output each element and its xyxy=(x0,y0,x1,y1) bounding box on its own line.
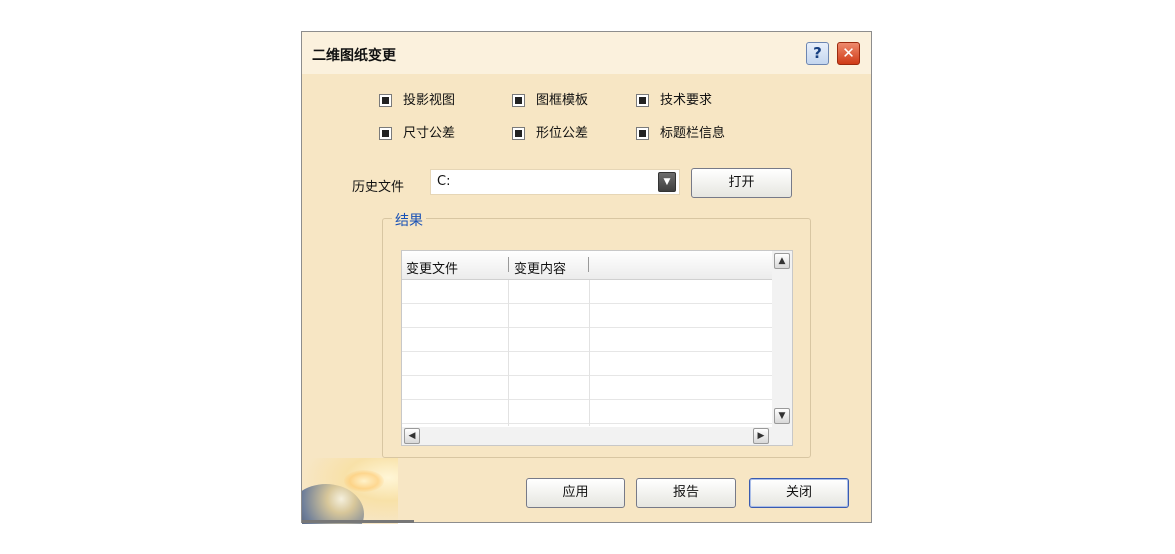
apply-button[interactable]: 应用 xyxy=(526,478,625,508)
scroll-down-icon[interactable]: ▼ xyxy=(774,408,790,424)
checkbox-icon xyxy=(636,94,649,107)
table-row xyxy=(402,280,772,304)
table-row xyxy=(402,352,772,376)
table-row xyxy=(402,376,772,400)
close-icon[interactable]: ✕ xyxy=(837,42,860,65)
column-gridline xyxy=(508,280,509,426)
list-rows xyxy=(402,280,772,426)
table-row xyxy=(402,304,772,328)
column-header-changed-file[interactable]: 变更文件 xyxy=(406,258,458,277)
history-file-label: 历史文件 xyxy=(352,180,405,195)
checkbox-icon xyxy=(512,127,525,140)
dropdown-arrow-icon[interactable]: ▼ xyxy=(658,172,676,192)
dialog-title: 二维图纸变更 xyxy=(312,48,396,64)
column-gridline xyxy=(589,280,590,426)
logo-glow xyxy=(344,470,384,492)
checkbox-label: 图框模板 xyxy=(536,93,589,108)
list-header: 变更文件 变更内容 xyxy=(402,251,772,280)
title-bar: 二维图纸变更 ? ✕ xyxy=(302,32,871,74)
checkbox-label: 形位公差 xyxy=(536,126,589,141)
checkbox-icon xyxy=(379,127,392,140)
column-separator[interactable] xyxy=(588,257,589,272)
column-separator[interactable] xyxy=(508,257,509,272)
open-button[interactable]: 打开 xyxy=(691,168,792,198)
logo-underline xyxy=(302,520,414,523)
scroll-right-icon[interactable]: ▶ xyxy=(753,428,769,444)
help-button[interactable]: ? xyxy=(806,42,829,65)
app-logo xyxy=(302,458,398,524)
checkbox-label: 尺寸公差 xyxy=(403,126,456,141)
scroll-left-icon[interactable]: ◀ xyxy=(404,428,420,444)
vertical-scrollbar[interactable]: ▲ ▼ xyxy=(772,251,792,427)
table-row xyxy=(402,328,772,352)
checkbox-label: 标题栏信息 xyxy=(660,126,726,141)
history-file-combobox[interactable]: C: ▼ xyxy=(430,169,680,195)
checkbox-icon xyxy=(512,94,525,107)
history-file-value: C: xyxy=(437,174,451,189)
horizontal-scrollbar[interactable]: ◀ ▶ xyxy=(402,427,792,445)
report-button[interactable]: 报告 xyxy=(636,478,736,508)
table-row xyxy=(402,400,772,424)
results-list[interactable]: 变更文件 变更内容 ▲ ▼ ◀ ▶ xyxy=(401,250,793,446)
scroll-up-icon[interactable]: ▲ xyxy=(774,253,790,269)
column-header-change-content[interactable]: 变更内容 xyxy=(514,258,566,277)
checkbox-icon xyxy=(636,127,649,140)
results-group-title: 结果 xyxy=(392,210,426,230)
close-button[interactable]: 关闭 xyxy=(749,478,849,508)
drawing-change-dialog: 二维图纸变更 ? ✕ 投影视图 图框模板 技术要求 尺寸公差 形位公差 标题栏信… xyxy=(301,31,872,524)
checkbox-label: 技术要求 xyxy=(660,93,713,108)
checkbox-icon xyxy=(379,94,392,107)
checkbox-label: 投影视图 xyxy=(403,93,456,108)
